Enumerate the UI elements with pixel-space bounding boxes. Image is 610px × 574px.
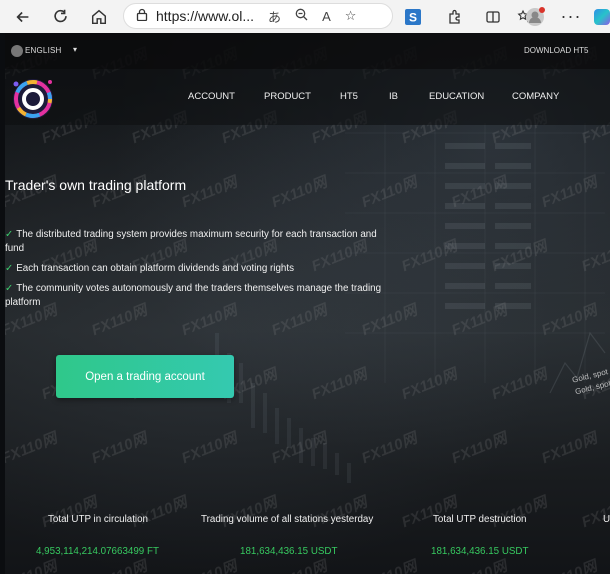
feature-item: ✓ The distributed trading system provides… [5, 228, 385, 255]
nav-account[interactable]: ACCOUNT [188, 91, 235, 102]
stat-label: Trading volume of all stations yesterday [201, 514, 374, 525]
home-icon[interactable] [84, 2, 114, 32]
utility-bar: ENGLISH ▾ DOWNLOAD HT5 [5, 33, 610, 69]
stat-value: 181,634,436.15 USDT [431, 546, 529, 557]
stat-label: Total UTP in circulation [48, 514, 149, 525]
lock-icon [136, 8, 148, 24]
url-text: https://www.ol... [156, 8, 255, 24]
check-icon: ✓ [5, 263, 14, 274]
feature-item: ✓ The community votes autonomously and th… [5, 282, 385, 309]
svg-text:S: S [409, 10, 417, 24]
chevron-down-icon[interactable]: ▾ [73, 45, 77, 54]
stat-value: 181,634,436.15 USDT [240, 546, 338, 557]
address-bar[interactable]: https://www.ol... あ A ☆ [123, 3, 393, 29]
extension-s-icon[interactable]: S [400, 4, 426, 30]
profile-avatar-icon[interactable] [522, 4, 548, 30]
feature-text: The distributed trading system provides … [5, 229, 377, 254]
stat-value: 4,953,114,214.07663499 FT [36, 546, 159, 557]
nav-ib[interactable]: IB [389, 91, 398, 102]
language-selector[interactable]: ENGLISH [25, 46, 62, 55]
favorite-star-icon[interactable]: ☆ [345, 8, 357, 24]
stat-label: Total UTP destruction [433, 514, 527, 525]
back-icon[interactable] [8, 2, 38, 32]
check-icon: ✓ [5, 283, 14, 294]
extensions-puzzle-icon[interactable] [442, 4, 468, 30]
web-page: FX110网 FX110网 FX110网 FX110网 FX110网 FX110网 FX11… [5, 33, 610, 574]
read-aloud-icon[interactable]: A [322, 9, 331, 24]
feature-text: The community votes autonomously and the… [5, 283, 382, 308]
main-nav: ACCOUNT PRODUCT HT5 IB EDUCATION COMPANY [5, 69, 610, 125]
nav-product[interactable]: PRODUCT [264, 91, 311, 102]
open-account-button[interactable]: Open a trading account [56, 355, 234, 398]
feature-text: Each transaction can obtain platform div… [16, 263, 294, 274]
more-options-icon[interactable]: ··· [558, 4, 584, 30]
nav-company[interactable]: COMPANY [512, 91, 559, 102]
refresh-icon[interactable] [46, 2, 76, 32]
translate-icon[interactable]: あ [268, 7, 281, 26]
zoom-out-icon[interactable] [295, 8, 308, 24]
nav-education[interactable]: EDUCATION [429, 91, 484, 102]
hero-title: Trader's own trading platform [5, 177, 187, 193]
download-link[interactable]: DOWNLOAD HT5 [524, 46, 588, 55]
split-screen-icon[interactable] [480, 4, 506, 30]
brand-logo[interactable] [8, 74, 58, 124]
copilot-icon[interactable] [594, 8, 610, 25]
check-icon: ✓ [5, 229, 14, 240]
browser-toolbar: https://www.ol... あ A ☆ S ··· [0, 0, 610, 33]
globe-icon [11, 45, 23, 57]
nav-ht5[interactable]: HT5 [340, 91, 358, 102]
stat-label: U [603, 514, 610, 525]
feature-item: ✓ Each transaction can obtain platform di… [5, 262, 385, 276]
